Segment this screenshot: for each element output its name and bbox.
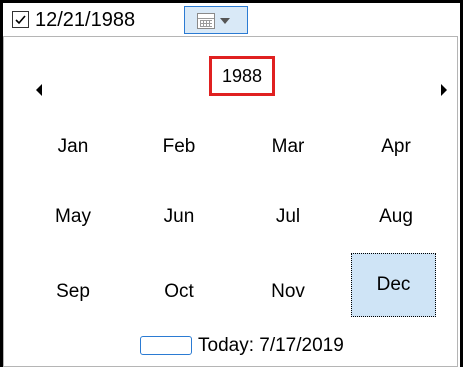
month-jan[interactable]: Jan: [34, 118, 112, 176]
chevron-down-icon: [220, 18, 230, 24]
month-jun[interactable]: Jun: [140, 188, 218, 246]
chevron-right-icon[interactable]: [441, 84, 447, 96]
month-dec-selected[interactable]: Dec: [351, 253, 436, 317]
date-value[interactable]: 12/21/1988: [35, 8, 135, 32]
month-feb[interactable]: Feb: [140, 118, 218, 176]
chevron-left-icon[interactable]: [36, 84, 42, 96]
year-header[interactable]: 1988: [209, 56, 275, 96]
month-sep[interactable]: Sep: [34, 263, 112, 321]
month-grid: Jan Feb Mar Apr May Jun Jul Aug Sep Oct …: [34, 118, 436, 327]
calendar-dropdown-button[interactable]: [184, 6, 248, 34]
month-may[interactable]: May: [34, 188, 112, 246]
month-nov[interactable]: Nov: [249, 263, 327, 321]
today-indicator-box: [140, 336, 192, 355]
date-checkbox[interactable]: [12, 11, 29, 28]
date-picker[interactable]: 12/21/1988: [3, 3, 460, 37]
month-mar[interactable]: Mar: [249, 118, 327, 176]
today-label[interactable]: Today: 7/17/2019: [198, 335, 344, 357]
checkbox-icon: [15, 15, 26, 25]
today-link[interactable]: Today: 7/17/2019: [140, 333, 400, 359]
month-aug[interactable]: Aug: [357, 188, 435, 246]
calendar-icon: [197, 13, 215, 29]
month-apr[interactable]: Apr: [357, 118, 435, 176]
month-oct[interactable]: Oct: [140, 263, 218, 321]
month-jul[interactable]: Jul: [249, 188, 327, 246]
